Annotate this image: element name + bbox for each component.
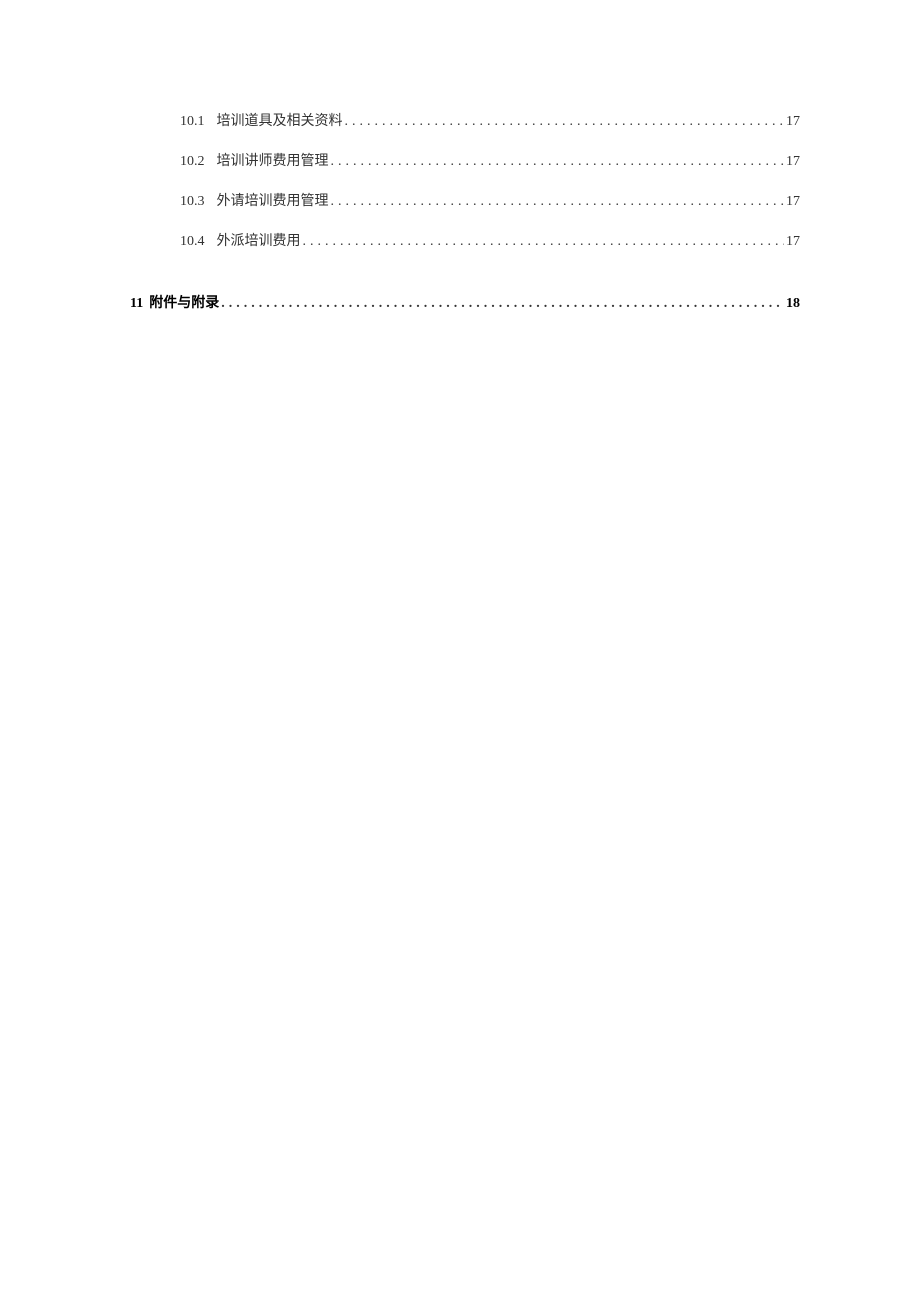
toc-sub-item: 10.3 外请培训费用管理 17 <box>180 190 800 210</box>
toc-page: 18 <box>786 296 800 312</box>
toc-page: 17 <box>786 154 800 170</box>
toc-title: 附件与附录 <box>149 292 219 312</box>
toc-dots <box>331 194 785 210</box>
toc-number: 10.1 <box>180 114 205 130</box>
toc-page: 17 <box>786 194 800 210</box>
toc-title: 培训道具及相关资料 <box>217 110 343 130</box>
toc-number: 10.3 <box>180 194 205 210</box>
toc-page: 17 <box>786 114 800 130</box>
toc-dots <box>331 154 785 170</box>
toc-main-item: 11 附件与附录 18 <box>130 292 800 312</box>
toc-title: 培训讲师费用管理 <box>217 150 329 170</box>
toc-container: 10.1 培训道具及相关资料 17 10.2 培训讲师费用管理 17 10.3 … <box>130 110 800 312</box>
toc-sub-item: 10.4 外派培训费用 17 <box>180 230 800 250</box>
toc-title: 外请培训费用管理 <box>217 190 329 210</box>
toc-dots <box>303 234 785 250</box>
toc-dots <box>345 114 785 130</box>
toc-title: 外派培训费用 <box>217 230 301 250</box>
toc-page: 17 <box>786 234 800 250</box>
toc-number: 10.4 <box>180 234 205 250</box>
toc-dots <box>221 296 784 312</box>
toc-number: 11 <box>130 296 143 312</box>
toc-sub-item: 10.2 培训讲师费用管理 17 <box>180 150 800 170</box>
toc-sub-item: 10.1 培训道具及相关资料 17 <box>180 110 800 130</box>
toc-number: 10.2 <box>180 154 205 170</box>
